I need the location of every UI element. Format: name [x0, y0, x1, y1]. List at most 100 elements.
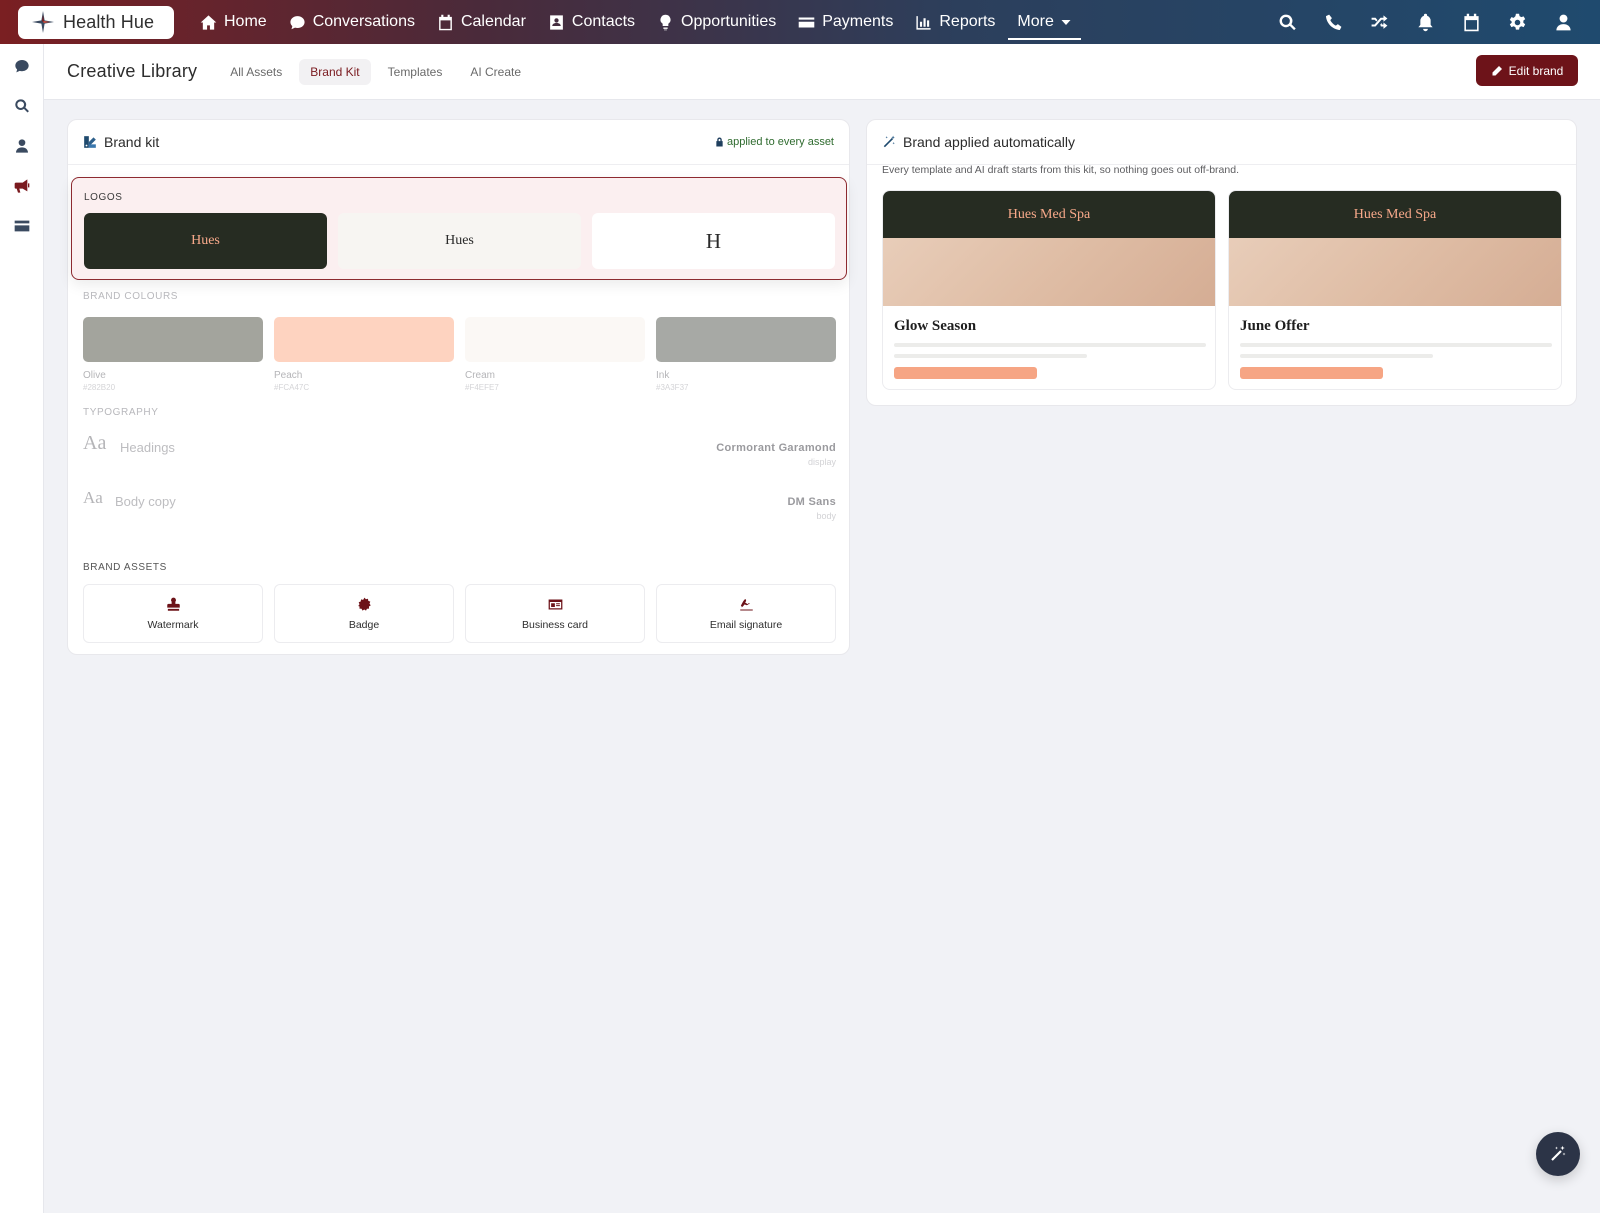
home-icon: [200, 14, 217, 30]
caret-down-icon: [1061, 20, 1071, 25]
applied-note-text: applied to every asset: [726, 136, 834, 148]
brand-assets: Watermark Badge Business card Email sign…: [83, 584, 836, 643]
logo-tile-dark[interactable]: Hues: [84, 213, 327, 269]
preview-text-line: [894, 343, 1206, 347]
bell-icon: [1417, 13, 1433, 31]
pencil-icon: [1492, 65, 1502, 75]
typography-body-row[interactable]: Aa Body copy DM Sans body: [83, 488, 836, 528]
tab-ai-create[interactable]: AI Create: [459, 59, 532, 85]
nav-calendar[interactable]: Calendar: [426, 0, 537, 44]
asset-label: Watermark: [147, 618, 199, 631]
nav-shuffle-button[interactable]: [1356, 0, 1402, 44]
rail-marketing[interactable]: [0, 166, 44, 206]
preview-title: June Offer: [1240, 318, 1310, 334]
megaphone-icon: [14, 179, 30, 193]
preview-text-line: [1240, 343, 1552, 347]
nav-contacts[interactable]: Contacts: [537, 0, 646, 44]
library-tabs: All Assets Brand Kit Templates AI Create: [219, 58, 532, 85]
swatch-chip: [656, 317, 836, 362]
tab-all-assets[interactable]: All Assets: [219, 59, 293, 85]
brand-kit-header: Brand kit applied to every asset: [68, 120, 849, 165]
badge-icon: [357, 597, 371, 611]
calendar-icon: [1463, 13, 1479, 31]
preview-cta: [894, 367, 1037, 379]
preview-brand: Hues Med Spa: [1229, 191, 1561, 238]
preview-image: [1229, 238, 1561, 306]
applied-note: applied to every asset: [715, 136, 834, 148]
tab-templates[interactable]: Templates: [377, 59, 454, 85]
template-preview[interactable]: Hues Med Spa June Offer: [1228, 190, 1562, 390]
rail-contacts[interactable]: [0, 126, 44, 166]
nav-conversations[interactable]: Conversations: [278, 0, 426, 44]
asset-business-card[interactable]: Business card: [465, 584, 645, 643]
page-title: Creative Library: [67, 61, 198, 81]
logo-mark-icon: [32, 11, 54, 33]
nav-phone-button[interactable]: [1310, 0, 1356, 44]
nav-payments-label: Payments: [822, 13, 894, 30]
swatch-ink[interactable]: Ink #3A3F37: [656, 317, 836, 392]
stamp-icon: [166, 597, 180, 611]
app-name: Health Hue: [63, 11, 155, 32]
swatch-hex: #F4EFE7: [465, 383, 499, 392]
swatch-olive[interactable]: Olive #282B20: [83, 317, 263, 392]
contact-card-icon: [550, 14, 563, 30]
app-logo[interactable]: Health Hue: [18, 5, 174, 39]
nav-calendar-button[interactable]: [1448, 0, 1494, 44]
chat-icon: [290, 15, 305, 29]
palette-icon: [84, 136, 96, 148]
id-card-icon: [548, 599, 562, 609]
magic-wand-icon: [883, 135, 895, 148]
nav-payments[interactable]: Payments: [787, 0, 904, 44]
tab-brand-kit[interactable]: Brand Kit: [299, 58, 371, 85]
swatch-name: Olive: [83, 370, 106, 381]
swatch-hex: #FCA47C: [274, 383, 310, 392]
nav-more[interactable]: More: [1006, 0, 1082, 44]
nav-settings-button[interactable]: [1494, 0, 1540, 44]
template-preview[interactable]: Hues Med Spa Glow Season: [882, 190, 1216, 390]
heading-font-name: Cormorant Garamond: [716, 442, 836, 454]
asset-label: Badge: [348, 618, 380, 631]
brand-kit-title: Brand kit: [104, 134, 160, 150]
magic-wand-icon: [1551, 1145, 1566, 1161]
preview-cta: [1240, 367, 1383, 379]
signature-icon: [739, 598, 753, 610]
nav-search-button[interactable]: [1264, 0, 1310, 44]
ai-assist-button[interactable]: [1536, 1132, 1580, 1176]
body-role: Body copy: [115, 494, 176, 509]
brand-applied-note: Every template and AI draft starts from …: [882, 164, 1239, 176]
asset-badge[interactable]: Badge: [274, 584, 454, 643]
preview-text-line: [1240, 354, 1433, 358]
search-icon: [1279, 14, 1296, 30]
swatch-peach[interactable]: Peach #FCA47C: [274, 317, 454, 392]
chat-icon: [15, 60, 29, 73]
swatch-chip: [83, 317, 263, 362]
edit-brand-button[interactable]: Edit brand: [1476, 55, 1578, 86]
nav-conversations-label: Conversations: [312, 13, 415, 30]
nav-reports[interactable]: Reports: [904, 0, 1006, 44]
rail-chat[interactable]: [0, 46, 44, 86]
preview-image: [883, 238, 1215, 306]
rail-payments[interactable]: [0, 206, 44, 246]
body-font-kind: body: [816, 511, 836, 521]
rail-search[interactable]: [0, 86, 44, 126]
asset-email-signature[interactable]: Email signature: [656, 584, 836, 643]
gear-icon: [1509, 13, 1525, 30]
swatch-chip: [465, 317, 645, 362]
nav-home[interactable]: Home: [189, 0, 278, 44]
heading-font-kind: display: [807, 457, 836, 467]
user-icon: [1555, 14, 1571, 30]
credit-card-icon: [14, 220, 30, 232]
asset-watermark[interactable]: Watermark: [83, 584, 263, 643]
logo-tile-monogram[interactable]: H: [592, 213, 835, 269]
logos-label: LOGOS: [84, 192, 123, 203]
brand-applied-card: Brand applied automatically Every templa…: [866, 119, 1577, 406]
swatch-cream[interactable]: Cream #F4EFE7: [465, 317, 645, 392]
nav-notifications-button[interactable]: [1402, 0, 1448, 44]
left-rail: [0, 44, 44, 1213]
logo-tile-cream[interactable]: Hues: [338, 213, 581, 269]
lock-icon: [716, 137, 723, 147]
nav-profile-button[interactable]: [1540, 0, 1586, 44]
nav-opportunities[interactable]: Opportunities: [646, 0, 787, 44]
page-header: Creative Library All Assets Brand Kit Te…: [44, 44, 1600, 100]
typography-headings-row[interactable]: Aa Headings Cormorant Garamond display: [83, 432, 836, 472]
